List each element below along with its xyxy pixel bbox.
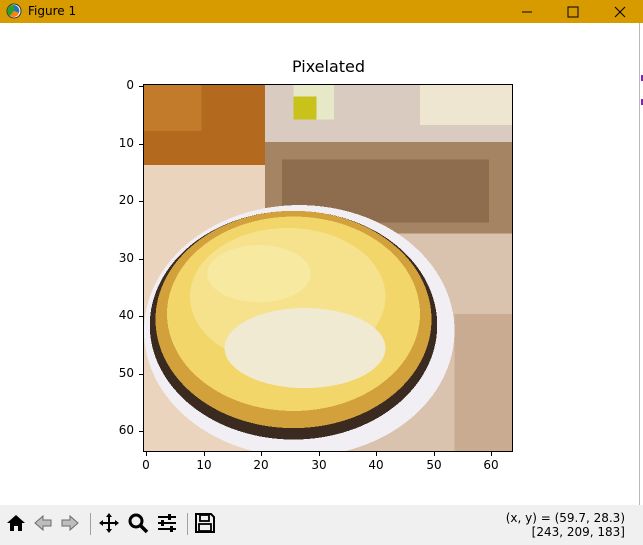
- figure-app-icon: [6, 3, 22, 19]
- close-button[interactable]: [597, 0, 643, 23]
- maximize-icon: [567, 6, 579, 18]
- back-button[interactable]: [31, 511, 57, 537]
- y-tick-label: 10: [118, 136, 134, 150]
- plot-title: Pixelated: [291, 57, 366, 76]
- toolbar-separator: [187, 513, 188, 535]
- zoom-icon: [128, 513, 149, 534]
- forward-icon: [61, 514, 79, 532]
- cursor-readout: (x, y) = (59.7, 28.3) [243, 209, 183]: [506, 511, 625, 539]
- title-bar: Figure 1: [0, 0, 643, 23]
- x-tick-label: 50: [426, 458, 442, 472]
- x-tick-label: 40: [368, 458, 384, 472]
- figure-canvas[interactable]: Pixelated 0 10 20 30 40 50 60 0 10 20 30…: [0, 23, 639, 505]
- image-axes[interactable]: [143, 84, 513, 452]
- zoom-button[interactable]: [126, 511, 152, 537]
- y-tick-label: 30: [118, 251, 134, 265]
- home-icon: [7, 515, 25, 531]
- close-icon: [614, 6, 626, 18]
- coords-text: (x, y) = (59.7, 28.3): [505, 511, 625, 525]
- pan-icon: [99, 513, 119, 533]
- window-title: Figure 1: [28, 4, 77, 18]
- x-tick-label: 20: [253, 458, 269, 472]
- minimize-button[interactable]: [504, 0, 550, 23]
- save-icon: [195, 513, 215, 533]
- home-button[interactable]: [4, 511, 30, 537]
- navigation-toolbar: (x, y) = (59.7, 28.3) [243, 209, 183]: [0, 505, 643, 545]
- x-tick-label: 30: [311, 458, 327, 472]
- x-tick-label: 10: [196, 458, 212, 472]
- minimize-icon: [522, 11, 532, 13]
- configure-subplots-button[interactable]: [155, 511, 181, 537]
- pixel-value-text: [243, 209, 183]: [531, 525, 625, 539]
- x-tick-label: 0: [142, 458, 150, 472]
- maximize-button[interactable]: [550, 0, 596, 23]
- back-icon: [34, 514, 52, 532]
- pixelated-image: [144, 85, 512, 451]
- y-tick-label: 20: [118, 193, 134, 207]
- forward-button[interactable]: [58, 511, 84, 537]
- y-tick-label: 50: [118, 366, 134, 380]
- pan-button[interactable]: [97, 511, 123, 537]
- configure-subplots-icon: [158, 514, 176, 532]
- save-button[interactable]: [193, 511, 219, 537]
- toolbar-separator: [90, 513, 91, 535]
- adjacent-window-edge: [639, 23, 643, 505]
- y-tick-label: 60: [118, 423, 134, 437]
- y-tick-label: 0: [126, 78, 134, 92]
- x-tick-label: 60: [483, 458, 499, 472]
- y-tick-label: 40: [118, 308, 134, 322]
